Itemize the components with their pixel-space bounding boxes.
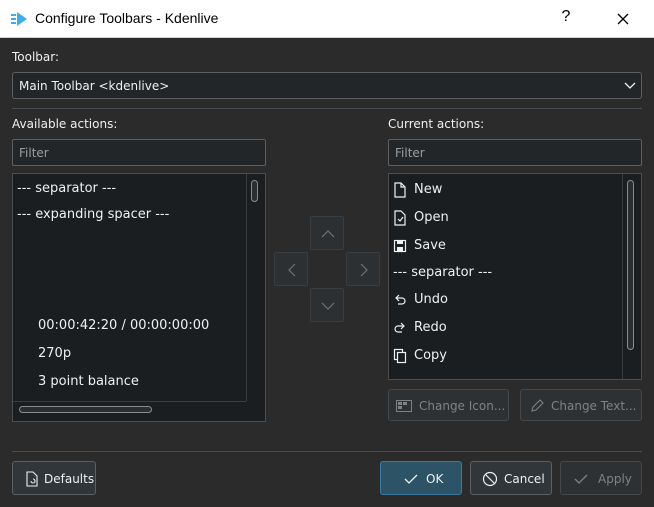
horizontal-scrollbar[interactable] <box>19 406 152 413</box>
apply-label: Apply <box>598 472 632 486</box>
list-clip-edge <box>389 374 625 379</box>
remove-action-button[interactable] <box>274 252 308 286</box>
new-document-icon <box>394 182 406 198</box>
list-item-label: New <box>414 182 443 197</box>
move-up-button[interactable] <box>310 216 344 250</box>
list-item[interactable]: --- expanding spacer --- <box>17 207 169 222</box>
change-icon-button[interactable]: Change Icon... <box>388 389 509 421</box>
open-document-icon <box>394 210 406 226</box>
title-bar: Configure Toolbars - Kdenlive ? <box>0 0 654 38</box>
change-text-label: Change Text... <box>551 399 637 413</box>
toolbar-select[interactable]: Main Toolbar <kdenlive> <box>12 72 642 99</box>
close-icon[interactable] <box>612 9 634 29</box>
kdenlive-logo-icon <box>11 12 27 26</box>
save-icon <box>393 239 407 253</box>
available-actions-label: Available actions: <box>12 117 118 131</box>
chevron-up-icon <box>321 230 335 238</box>
window-title: Configure Toolbars - Kdenlive <box>35 10 219 26</box>
help-button[interactable]: ? <box>558 8 574 28</box>
undo-icon <box>395 294 406 305</box>
move-down-button[interactable] <box>310 288 344 322</box>
current-actions-list[interactable]: New Open Save --- separator --- Undo Red… <box>388 173 642 380</box>
list-item[interactable]: Copy <box>393 348 447 364</box>
vertical-scrollbar[interactable] <box>251 180 258 202</box>
change-text-button[interactable]: Change Text... <box>520 389 642 421</box>
list-item[interactable]: 00:00:42:20 / 00:00:00:00 <box>38 318 209 333</box>
list-item[interactable]: 3 point balance <box>38 374 139 389</box>
scrollbar-track-divider <box>622 174 623 379</box>
list-item-label: Copy <box>414 348 447 363</box>
copy-icon <box>393 348 407 364</box>
current-filter-input[interactable]: Filter <box>388 139 642 166</box>
document-revert-icon <box>26 471 38 487</box>
chevron-left-icon <box>288 263 296 277</box>
chevron-down-icon <box>624 82 636 89</box>
cancel-label: Cancel <box>504 472 545 486</box>
redo-icon <box>394 322 405 333</box>
list-item[interactable]: --- separator --- <box>393 265 492 280</box>
list-item-label: Undo <box>414 292 448 307</box>
list-item[interactable]: Undo <box>393 292 448 307</box>
scrollbar-track-divider <box>13 401 246 402</box>
defaults-label: Defaults <box>44 472 95 486</box>
toolbar-label: Toolbar: <box>12 50 60 64</box>
list-item-label: Save <box>414 238 446 253</box>
scrollbar-track-divider <box>246 174 247 401</box>
list-item[interactable]: Redo <box>393 320 447 335</box>
available-filter-input[interactable]: Filter <box>12 139 266 166</box>
apply-button[interactable]: Apply <box>560 461 642 495</box>
list-item[interactable]: --- separator --- <box>17 181 116 196</box>
available-actions-list[interactable]: --- separator --- --- expanding spacer -… <box>12 173 266 422</box>
divider <box>12 451 642 452</box>
image-icon <box>396 400 412 412</box>
defaults-button[interactable]: Defaults <box>12 461 96 495</box>
list-item[interactable]: Save <box>393 238 446 253</box>
cancel-button[interactable]: Cancel <box>470 461 552 495</box>
list-item[interactable]: 270p <box>38 346 71 361</box>
checkmark-icon <box>404 474 418 484</box>
divider <box>12 108 642 109</box>
toolbar-select-value: Main Toolbar <kdenlive> <box>19 79 170 93</box>
list-item-label: Open <box>414 210 449 225</box>
change-icon-label: Change Icon... <box>419 399 506 413</box>
add-action-button[interactable] <box>346 252 380 286</box>
pencil-icon <box>531 399 544 412</box>
current-actions-label: Current actions: <box>388 117 485 131</box>
list-item[interactable]: New <box>393 182 443 198</box>
vertical-scrollbar[interactable] <box>627 180 634 350</box>
list-item[interactable]: Open <box>393 210 449 226</box>
chevron-down-icon <box>321 302 335 310</box>
ok-label: OK <box>426 472 444 486</box>
chevron-right-icon <box>360 263 368 277</box>
checkmark-icon <box>574 474 588 484</box>
cancel-icon <box>482 471 498 487</box>
ok-button[interactable]: OK <box>380 461 462 495</box>
list-item-label: Redo <box>414 320 447 335</box>
